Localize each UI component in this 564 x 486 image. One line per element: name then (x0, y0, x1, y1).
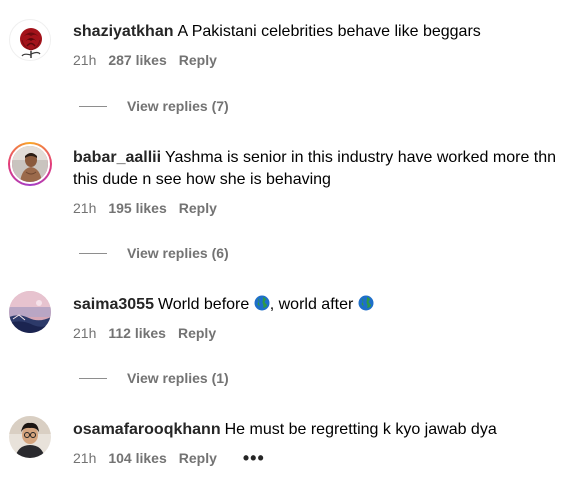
reply-button[interactable]: Reply (178, 325, 216, 341)
view-replies-label: View replies (7) (127, 98, 229, 114)
landscape-photo (9, 291, 51, 333)
divider-line (79, 252, 107, 254)
comment-time: 21h (73, 450, 97, 466)
like-count[interactable]: 287 likes (108, 52, 166, 68)
view-replies-label: View replies (6) (127, 245, 229, 261)
globe-icon (358, 295, 374, 311)
avatar[interactable] (9, 19, 51, 61)
comment-username[interactable]: saima3055 (73, 296, 154, 313)
reply-button[interactable]: Reply (179, 52, 217, 68)
divider-line (79, 377, 107, 379)
comment-text: He must be regretting k kyo jawab dya (224, 421, 497, 438)
person-photo (12, 146, 48, 182)
comment-time: 21h (73, 52, 97, 68)
view-replies-button[interactable]: View replies (1) (79, 370, 229, 386)
like-count[interactable]: 104 likes (108, 450, 166, 466)
comment-time: 21h (73, 200, 97, 216)
person-photo (9, 416, 51, 458)
reply-button[interactable]: Reply (179, 450, 217, 466)
reply-button[interactable]: Reply (179, 200, 217, 216)
divider-line (79, 105, 107, 107)
comment-username[interactable]: shaziyatkhan (73, 23, 173, 40)
view-replies-label: View replies (1) (127, 370, 229, 386)
view-replies-button[interactable]: View replies (7) (79, 98, 229, 114)
avatar[interactable] (9, 416, 51, 458)
more-options-icon[interactable]: ••• (243, 449, 265, 467)
rose-icon (11, 21, 50, 60)
comment-username[interactable]: osamafarooqkhann (73, 421, 221, 438)
avatar[interactable] (8, 142, 52, 186)
comment-time: 21h (73, 325, 97, 341)
view-replies-button[interactable]: View replies (6) (79, 245, 229, 261)
like-count[interactable]: 112 likes (108, 325, 166, 341)
comment-text-before: World before (157, 296, 250, 313)
globe-icon (254, 295, 270, 311)
comment-text: A Pakistani celebrities behave like begg… (177, 23, 481, 40)
comment-username[interactable]: babar_aallii (73, 149, 161, 166)
comment-text-middle: , world after (269, 296, 354, 313)
avatar[interactable] (9, 291, 51, 333)
like-count[interactable]: 195 likes (108, 200, 166, 216)
